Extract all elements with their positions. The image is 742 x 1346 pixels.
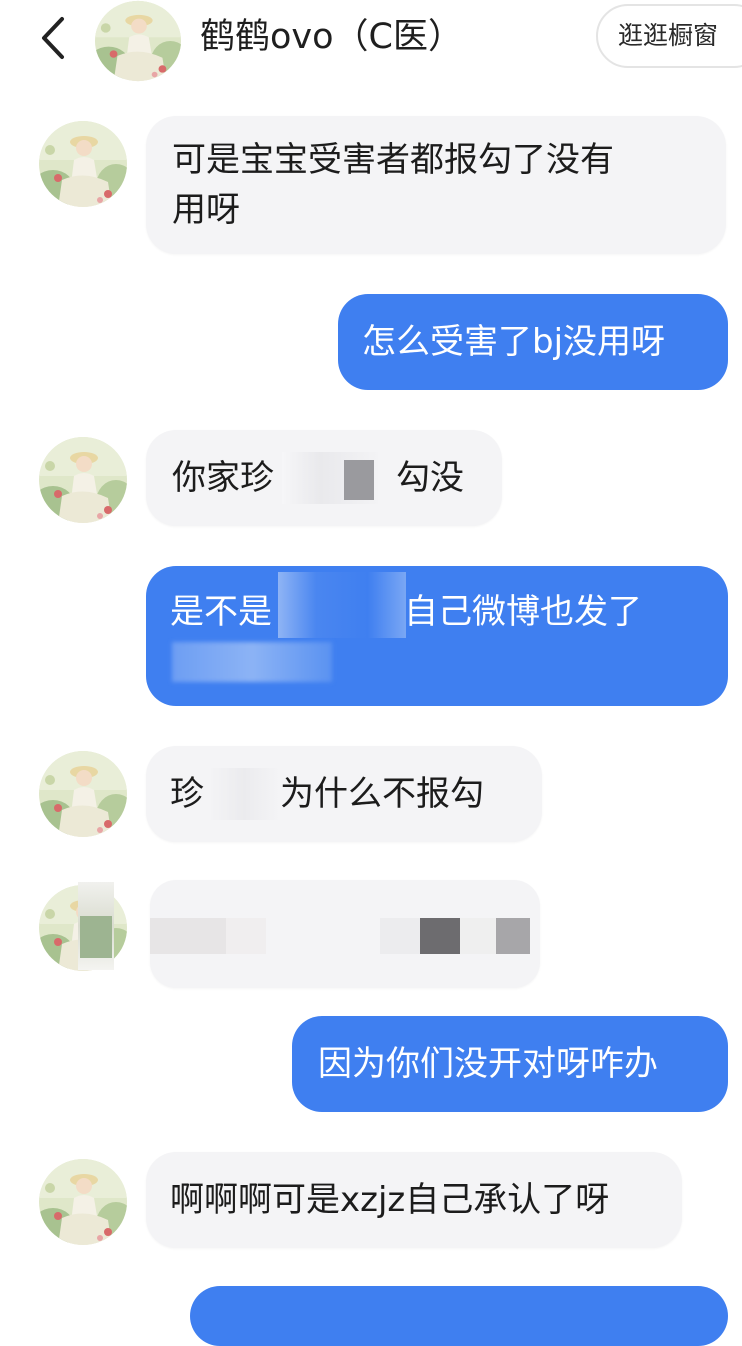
redaction-mosaic [208,768,280,820]
redaction-mosaic [460,918,496,954]
sender-avatar[interactable] [38,120,128,208]
message-text: 是不是 [170,592,272,632]
chevron-left-icon [42,17,64,59]
message-bubble-outgoing[interactable] [190,1286,728,1346]
message-text: 为什么不报勾 [280,774,484,814]
shop-window-button[interactable]: 逛逛橱窗 [596,4,742,68]
message-text: 珍 [170,774,204,814]
redaction-mosaic [172,642,332,682]
redaction-mosaic [80,916,112,958]
redaction-mosaic [380,918,420,954]
message-bubble-incoming[interactable]: 啊啊啊可是xzjz自己承认了呀 [146,1152,682,1248]
message-bubble-incoming[interactable]: 你家珍 勾没 [146,430,502,526]
redaction-mosaic [150,918,226,954]
redaction-mosaic [420,918,460,954]
message-text: 自己微博也发了 [404,592,642,632]
message-text: 勾没 [396,458,464,498]
message-bubble-incoming[interactable] [150,880,540,988]
message-text: 因为你们没开对呀咋办 [318,1044,658,1084]
sender-avatar[interactable] [38,436,128,524]
message-bubble-outgoing[interactable]: 是不是 自己微博也发了 [146,566,728,706]
message-text: 啊啊啊可是xzjz自己承认了呀 [170,1180,610,1220]
redaction-mosaic [496,918,530,954]
message-text: 可是宝宝受害者都报勾了没有 [172,140,614,180]
message-text: 你家珍 [172,458,274,498]
sender-avatar[interactable] [38,750,128,838]
chat-title: 鹤鹤ovo（C医） [200,17,463,57]
redaction-mosaic [226,918,266,954]
back-button[interactable] [28,10,78,66]
redaction-mosaic [278,572,406,638]
sender-avatar[interactable] [38,1158,128,1246]
contact-avatar[interactable] [94,0,182,82]
message-bubble-incoming[interactable]: 珍 为什么不报勾 [146,746,542,842]
message-text: 用呀 [172,190,240,230]
message-text: 怎么受害了bj没用呀 [362,322,666,362]
message-bubble-outgoing[interactable]: 怎么受害了bj没用呀 [338,294,728,390]
chat-header: 鹤鹤ovo（C医） 逛逛橱窗 [0,0,742,80]
redaction-mosaic [344,460,374,500]
message-bubble-incoming[interactable]: 可是宝宝受害者都报勾了没有 用呀 [146,116,726,254]
message-bubble-outgoing[interactable]: 因为你们没开对呀咋办 [292,1016,728,1112]
